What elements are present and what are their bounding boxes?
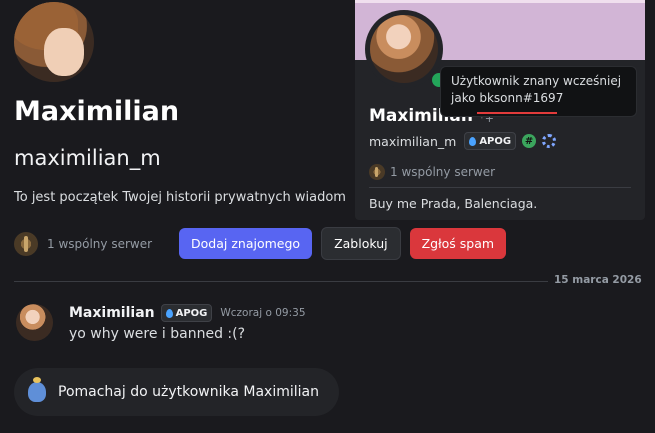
annotation-underline	[477, 112, 557, 114]
server-tag-label: APOG	[175, 307, 208, 319]
message-avatar[interactable]	[16, 304, 53, 341]
wave-button-label: Pomachaj do użytkownika Maximilian	[58, 384, 319, 400]
popout-mutual-servers[interactable]: 1 wspólny serwer	[369, 164, 495, 180]
droplet-icon	[469, 136, 477, 146]
wumpus-wave-icon	[28, 377, 46, 402]
droplet-icon	[165, 308, 173, 318]
popout-bio: Buy me Prada, Balenciaga.	[369, 196, 538, 211]
date-divider-label: 15 marca 2026	[548, 274, 648, 286]
popout-avatar-image	[370, 15, 438, 83]
popout-server-tag[interactable]: APOG	[464, 132, 517, 150]
dm-intro-text: To jest początek Twojej historii prywatn…	[14, 190, 346, 205]
mutual-servers-label[interactable]: 1 wspólny serwer	[47, 237, 152, 251]
message-header: Maximilian APOG Wczoraj o 09:35	[69, 304, 306, 322]
report-spam-button[interactable]: Zgłoś spam	[409, 228, 507, 259]
avatar-face	[44, 28, 84, 76]
message-author[interactable]: Maximilian	[69, 305, 155, 321]
popout-username[interactable]: maximilian_m	[369, 134, 456, 149]
popout-server-tag-label: APOG	[479, 135, 512, 147]
profile-avatar[interactable]	[14, 2, 94, 82]
popout-separator	[369, 187, 631, 188]
profile-username: maximilian_m	[14, 146, 161, 170]
date-divider-line	[14, 281, 639, 282]
add-friend-button[interactable]: Dodaj znajomego	[179, 228, 313, 259]
server-tag-badge[interactable]: APOG	[160, 304, 213, 322]
previous-username-tooltip: Użytkownik znany wcześniej jako bksonn#1…	[440, 66, 637, 117]
hash-badge-icon[interactable]: #	[522, 134, 537, 148]
gear-badge-icon[interactable]	[542, 134, 557, 148]
message-timestamp[interactable]: Wczoraj o 09:35	[220, 307, 305, 319]
popout-mutual-servers-label: 1 wspólny serwer	[390, 165, 496, 179]
mutual-server-icon	[369, 164, 385, 180]
mutual-server-icon[interactable]	[14, 231, 38, 256]
popout-username-row: maximilian_m APOG #	[369, 132, 557, 150]
tooltip-line-1: Użytkownik znany wcześniej	[451, 74, 622, 88]
dm-actions-row: 1 wspólny serwer Dodaj znajomego Zabloku…	[14, 227, 507, 260]
banner-top-border	[355, 0, 645, 3]
tooltip-line-2: jako bksonn#1697	[451, 90, 564, 105]
wave-button[interactable]: Pomachaj do użytkownika Maximilian	[14, 368, 339, 416]
block-button[interactable]: Zablokuj	[321, 227, 401, 260]
message-text: yo why were i banned :(?	[69, 326, 246, 342]
profile-display-name: Maximilian	[14, 96, 180, 127]
